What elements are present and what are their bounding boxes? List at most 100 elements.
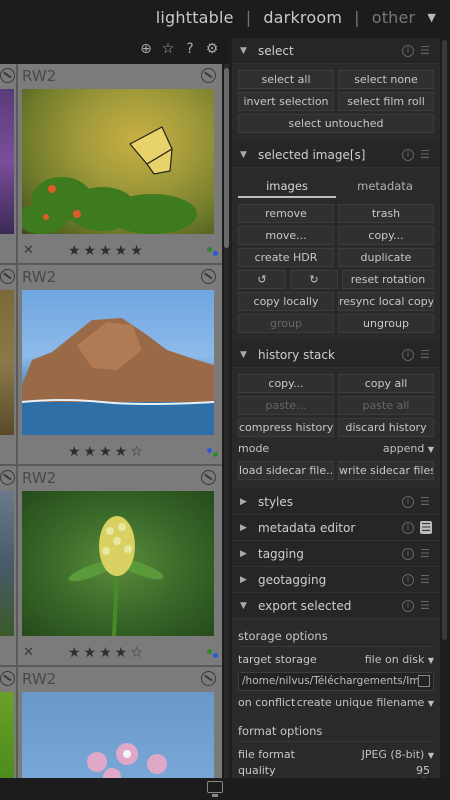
grid-scrollbar[interactable] [224,64,229,778]
duplicate-button[interactable]: duplicate [338,248,434,267]
gear-icon[interactable]: ⚙ [204,41,220,57]
thumbnail-cell-partial[interactable] [0,667,16,778]
view-lighttable[interactable]: lighttable [156,8,234,27]
altered-icon[interactable] [201,68,216,83]
star-icon[interactable]: ☆ [160,41,176,57]
reset-icon[interactable]: i [402,573,414,586]
reset-icon[interactable]: i [402,495,414,508]
reject-icon[interactable]: ✕ [23,243,34,258]
tab-metadata[interactable]: metadata [336,176,434,198]
reject-icon[interactable]: ✕ [23,645,34,660]
reset-icon[interactable]: i [402,521,414,534]
presets-icon[interactable]: ☰ [420,573,432,586]
collapse-icon[interactable]: ▼ [240,150,254,160]
module-header-history-stack[interactable]: ▼ history stack i ☰ [232,342,440,368]
module-header-export-selected[interactable]: ▼ export selected i ☰ [232,593,440,619]
thumbnail-cell[interactable]: RW2 ✕ ★★★★★ [18,64,222,264]
history-copy-button[interactable]: copy... [238,374,334,393]
expand-icon[interactable]: ▶ [240,575,254,585]
discard-history-button[interactable]: discard history [338,418,434,437]
thumbnail-cell[interactable]: RW2 ★★★★☆ [18,265,222,465]
on-conflict-select[interactable]: on conflict create unique filename ▼ [238,694,434,712]
grouping-icon[interactable]: ⊕ [138,41,154,57]
resync-local-copy-button[interactable]: resync local copy [338,292,434,311]
module-header-styles[interactable]: ▶ styles i ☰ [232,489,440,515]
reset-icon[interactable]: i [402,148,414,161]
thumbnail-cell-partial[interactable] [0,265,16,465]
compress-history-button[interactable]: compress history [238,418,334,437]
presets-icon[interactable]: ☰ [420,547,432,560]
thumbnail-cell-partial[interactable] [0,64,16,264]
module-title: geotagging [258,572,327,587]
collapse-icon[interactable]: ▼ [240,601,254,611]
star-rating[interactable]: ★★★★☆ [68,645,146,661]
reset-rotation-button[interactable]: reset rotation [342,270,434,289]
copy-locally-button[interactable]: copy locally [238,292,334,311]
remove-button[interactable]: remove [238,204,334,223]
ungroup-button[interactable]: ungroup [338,314,434,333]
history-mode-select[interactable]: mode append ▼ [238,440,434,458]
folder-icon[interactable] [418,675,430,687]
view-other[interactable]: other [372,8,416,27]
create-hdr-button[interactable]: create HDR [238,248,334,267]
altered-icon[interactable] [201,470,216,485]
trash-button[interactable]: trash [338,204,434,223]
reset-icon[interactable]: i [402,547,414,560]
export-path-input[interactable]: /home/nilvus/Téléchargements/Im [238,672,434,691]
star-rating[interactable]: ★★★★☆ [68,444,146,460]
rotate-ccw-button[interactable]: ↺ [238,270,286,289]
select-all-button[interactable]: select all [238,70,334,89]
views-dropdown-icon[interactable]: ▼ [427,11,436,24]
presets-icon[interactable]: ☰ [420,44,432,57]
presets-icon[interactable]: ☰ [420,495,432,508]
reset-icon[interactable]: i [402,44,414,57]
thumbnail-footer: ✕ ★★★★★ [18,243,222,261]
thumbnail-cell-partial[interactable] [0,466,16,666]
view-darkroom[interactable]: darkroom [263,8,342,27]
color-label-dot [207,247,212,252]
monitor-icon[interactable] [207,781,223,797]
target-storage-select[interactable]: target storage file on disk ▼ [238,651,434,669]
load-sidecar-button[interactable]: load sidecar file... [238,461,334,480]
presets-icon[interactable]: ☰ [420,148,432,161]
module-header-selected-images[interactable]: ▼ selected image[s] i ☰ [232,142,440,168]
tab-images[interactable]: images [238,176,336,198]
collapse-icon[interactable]: ▼ [240,46,254,56]
module-header-select[interactable]: ▼ select i ☰ [232,38,440,64]
move-button[interactable]: move... [238,226,334,245]
file-format-select[interactable]: file format JPEG (8-bit) ▼ [238,746,434,764]
presets-icon[interactable]: ☰ [420,521,432,534]
reset-icon[interactable]: i [402,599,414,612]
altered-icon[interactable] [201,671,216,686]
expand-icon[interactable]: ▶ [240,497,254,507]
group-button[interactable]: group [238,314,334,333]
grid-scrollbar-thumb[interactable] [224,68,229,248]
presets-icon[interactable]: ☰ [420,348,432,361]
quality-slider[interactable]: quality 95 [238,764,434,778]
reset-icon[interactable]: i [402,348,414,361]
help-icon[interactable]: ? [182,41,198,57]
expand-icon[interactable]: ▶ [240,549,254,559]
thumbnail-cell[interactable]: RW2 [18,667,222,778]
module-header-geotagging[interactable]: ▶ geotagging i ☰ [232,567,440,593]
select-untouched-button[interactable]: select untouched [238,114,434,133]
star-rating[interactable]: ★★★★★ [68,243,146,259]
history-copy-all-button[interactable]: copy all [338,374,434,393]
history-paste-all-button[interactable]: paste all [338,396,434,415]
rotate-cw-button[interactable]: ↻ [290,270,338,289]
expand-icon[interactable]: ▶ [240,523,254,533]
write-sidecar-button[interactable]: write sidecar files [338,461,434,480]
altered-icon[interactable] [201,269,216,284]
collapse-icon[interactable]: ▼ [240,350,254,360]
select-film-roll-button[interactable]: select film roll [338,92,434,111]
invert-selection-button[interactable]: invert selection [238,92,334,111]
select-none-button[interactable]: select none [338,70,434,89]
module-header-tagging[interactable]: ▶ tagging i ☰ [232,541,440,567]
copy-button[interactable]: copy... [338,226,434,245]
history-paste-button[interactable]: paste... [238,396,334,415]
right-panel-scrollbar[interactable] [442,40,447,640]
target-storage-value: file on disk [364,653,425,666]
module-header-metadata-editor[interactable]: ▶ metadata editor i ☰ [232,515,440,541]
thumbnail-cell[interactable]: RW2 ✕ ★★★★☆ [18,466,222,666]
presets-icon[interactable]: ☰ [420,599,432,612]
